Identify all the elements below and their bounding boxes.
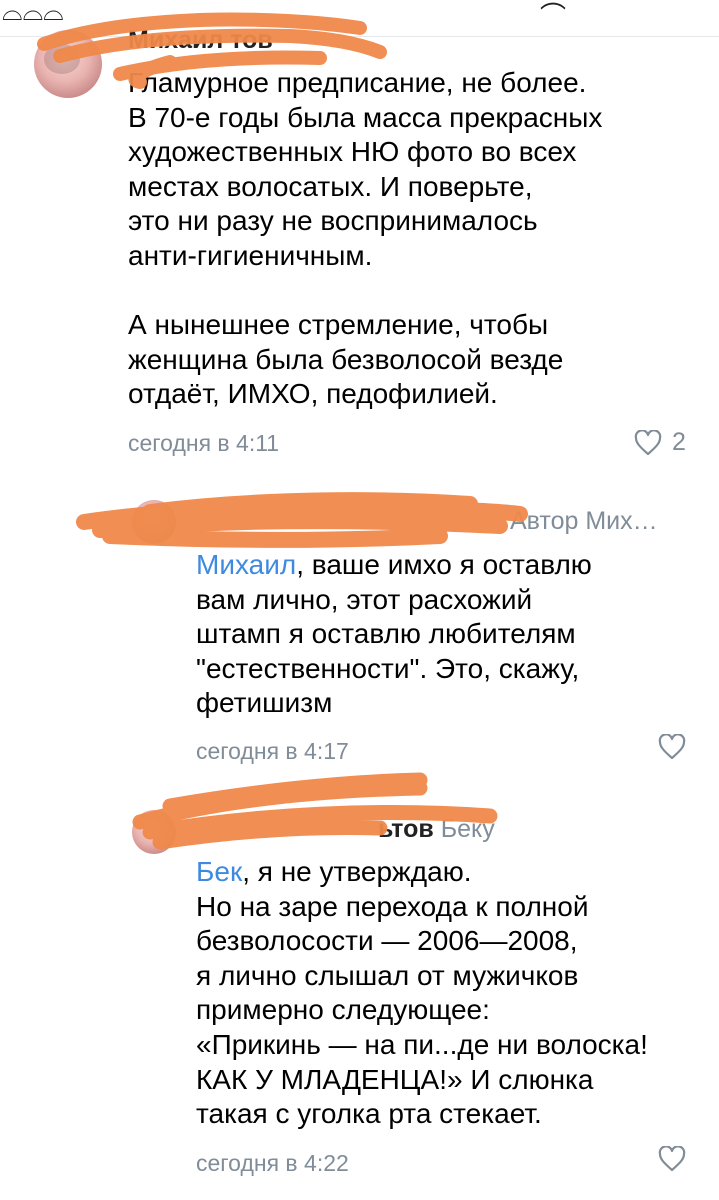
avatar[interactable] xyxy=(132,810,176,854)
mention-link[interactable]: Бек xyxy=(196,856,242,887)
heart-icon xyxy=(658,1146,686,1172)
reply-to[interactable]: Беку xyxy=(441,815,495,843)
like-button[interactable] xyxy=(658,1146,686,1172)
comment-3: ьтов Беку Бек, я не утверждаю. Но на зар… xyxy=(0,0,719,1200)
comment-author-line[interactable]: ьтов Беку xyxy=(378,815,495,844)
comment-time[interactable]: сегодня в 4:22 xyxy=(196,1150,349,1177)
comment-text: Бек, я не утверждаю. Но на заре перехода… xyxy=(196,856,648,1130)
